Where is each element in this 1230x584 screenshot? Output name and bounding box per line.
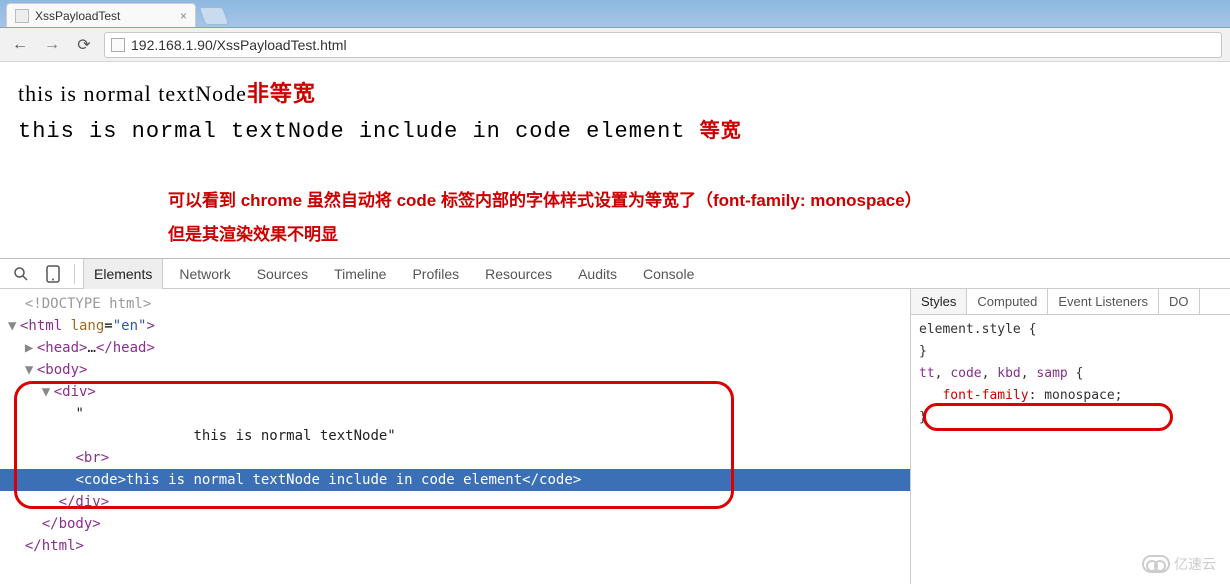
watermark: 亿速云	[1142, 554, 1216, 574]
style-rule-code-decl[interactable]: font-family: monospace;	[919, 385, 1222, 407]
device-icon[interactable]	[40, 261, 66, 287]
dom-code-line[interactable]: <code>this is normal textNode include in…	[0, 469, 910, 491]
style-rule-element-close: }	[919, 341, 1222, 363]
dom-tree-panel[interactable]: <!DOCTYPE html> ▼<html lang="en"> ▶<head…	[0, 289, 910, 584]
dom-text-content[interactable]: this is normal textNode"	[0, 425, 910, 447]
dom-body-close[interactable]: </body>	[0, 513, 910, 535]
toolbar-separator	[74, 264, 75, 284]
tab-network[interactable]: Network	[169, 259, 240, 289]
reload-button[interactable]: ⟳	[72, 33, 96, 57]
tab-title: XssPayloadTest	[35, 9, 120, 23]
browser-tab-strip: XssPayloadTest ×	[0, 0, 1230, 28]
annotation-mono: 等宽	[700, 120, 742, 142]
normal-text: this is normal textNode	[18, 81, 247, 106]
devtools-body: <!DOCTYPE html> ▼<html lang="en"> ▶<head…	[0, 289, 1230, 584]
annotation-line-1: 可以看到 chrome 虽然自动将 code 标签内部的字体样式设置为等宽了（f…	[168, 184, 1212, 218]
annotation-nonmono: 非等宽	[247, 81, 316, 106]
annotation-explanation: 可以看到 chrome 虽然自动将 code 标签内部的字体样式设置为等宽了（f…	[168, 184, 1212, 252]
dom-html-close[interactable]: </html>	[0, 535, 910, 557]
dom-text-quote[interactable]: "	[0, 403, 910, 425]
close-icon[interactable]: ×	[180, 9, 187, 23]
new-tab-button[interactable]	[199, 7, 230, 25]
tab-timeline[interactable]: Timeline	[324, 259, 396, 289]
style-rule-code-close: }	[919, 407, 1222, 429]
styles-tab-more[interactable]: DO	[1159, 289, 1200, 314]
tab-elements[interactable]: Elements	[83, 259, 163, 289]
tab-profiles[interactable]: Profiles	[402, 259, 469, 289]
styles-tab-eventlisteners[interactable]: Event Listeners	[1048, 289, 1159, 314]
address-bar: ← → ⟳ 192.168.1.90/XssPayloadTest.html	[0, 28, 1230, 62]
annotation-line-2: 但是其渲染效果不明显	[168, 218, 1212, 252]
devtools-toolbar: Elements Network Sources Timeline Profil…	[0, 259, 1230, 289]
styles-panel: Styles Computed Event Listeners DO eleme…	[910, 289, 1230, 584]
text-line-normal: this is normal textNode非等宽	[18, 76, 1212, 108]
styles-tab-styles[interactable]: Styles	[911, 289, 967, 314]
dom-body-open[interactable]: ▼<body>	[0, 359, 910, 381]
tab-console[interactable]: Console	[633, 259, 704, 289]
code-text: this is normal textNode include in code …	[18, 119, 686, 144]
styles-tabs: Styles Computed Event Listeners DO	[911, 289, 1230, 315]
watermark-text: 亿速云	[1174, 554, 1216, 574]
page-content: this is normal textNode非等宽 this is norma…	[0, 62, 1230, 266]
tab-audits[interactable]: Audits	[568, 259, 627, 289]
dom-div-open[interactable]: ▼<div>	[0, 381, 910, 403]
favicon-icon	[15, 9, 29, 23]
dom-head[interactable]: ▶<head>…</head>	[0, 337, 910, 359]
text-line-code: this is normal textNode include in code …	[18, 114, 1212, 144]
search-icon[interactable]	[8, 261, 34, 287]
url-text: 192.168.1.90/XssPayloadTest.html	[131, 37, 347, 53]
styles-tab-computed[interactable]: Computed	[967, 289, 1048, 314]
dom-html-open[interactable]: ▼<html lang="en">	[0, 315, 910, 337]
dom-doctype[interactable]: <!DOCTYPE html>	[0, 293, 910, 315]
devtools-panel: Elements Network Sources Timeline Profil…	[0, 258, 1230, 584]
dom-br[interactable]: <br>	[0, 447, 910, 469]
dom-div-close[interactable]: </div>	[0, 491, 910, 513]
browser-tab[interactable]: XssPayloadTest ×	[6, 3, 196, 27]
back-button[interactable]: ←	[8, 33, 32, 57]
tab-resources[interactable]: Resources	[475, 259, 562, 289]
styles-body[interactable]: element.style { } tt, code, kbd, samp { …	[911, 315, 1230, 433]
url-input[interactable]: 192.168.1.90/XssPayloadTest.html	[104, 32, 1222, 58]
page-icon	[111, 38, 125, 52]
style-rule-element[interactable]: element.style {	[919, 319, 1222, 341]
watermark-icon	[1142, 555, 1170, 573]
style-rule-code-selector[interactable]: tt, code, kbd, samp {	[919, 363, 1222, 385]
forward-button[interactable]: →	[40, 33, 64, 57]
tab-sources[interactable]: Sources	[247, 259, 318, 289]
